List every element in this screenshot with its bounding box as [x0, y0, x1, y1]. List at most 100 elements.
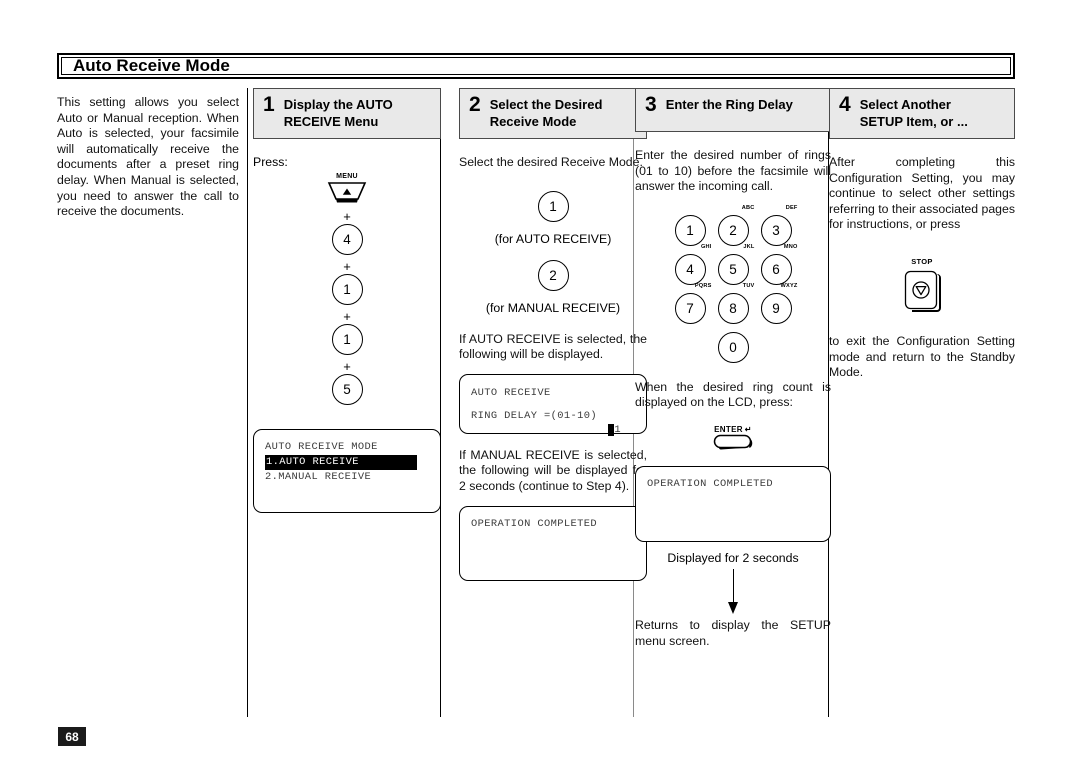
numeric-key-1a[interactable]: 1: [331, 274, 363, 305]
keypad-row-4: 0: [717, 331, 749, 363]
step-2-note-manual: If MANUAL RECEIVE is selected, the follo…: [459, 447, 647, 493]
step-2-title: Select the Desired Receive Mode: [489, 97, 603, 129]
keypad-key-3[interactable]: DEF 3: [760, 205, 797, 246]
menu-key-label: MENU: [336, 173, 358, 180]
step-3-lcd-display: OPERATION COMPLETED: [635, 465, 831, 542]
keypad-letters-6: MNO: [783, 243, 798, 250]
lcd-step3-line1: OPERATION COMPLETED: [647, 477, 774, 490]
step-2-header: 2 Select the Desired Receive Mode: [459, 88, 647, 139]
keypad-key-9[interactable]: WXYZ 9: [760, 283, 797, 324]
step-3-note-press: When the desired ring count is displayed…: [635, 379, 831, 410]
keypad-letters-2: ABC: [741, 204, 755, 211]
keypad-digit-5: 5: [717, 253, 749, 285]
press-label: Press:: [253, 155, 288, 169]
step-4-number: 4: [839, 93, 851, 116]
keypad-key-7[interactable]: PQRS 7: [674, 283, 711, 324]
keypad-key-1[interactable]: 1: [674, 214, 706, 246]
keypad-row-3: PQRS 7 TUV 8 WXYZ 9: [674, 283, 797, 324]
keypad-digit-0: 0: [717, 331, 749, 363]
keypad-digit-9: 9: [760, 292, 792, 324]
menu-key-icon: [327, 182, 367, 203]
step-3-header: 3 Enter the Ring Delay: [635, 88, 831, 132]
keypad-key-0[interactable]: 0: [717, 331, 749, 363]
columns-container: This setting allows you select Auto or M…: [57, 88, 1015, 720]
keypad-letters-5: JKL: [743, 243, 755, 250]
step-3-number: 3: [645, 93, 657, 116]
step-1-lcd-display: AUTO RECEIVE MODE 1.AUTO RECEIVE 2.MANUA…: [253, 429, 441, 513]
caption-manual-receive: (for MANUAL RECEIVE): [485, 300, 621, 315]
step-3-title: Enter the Ring Delay: [665, 97, 793, 112]
menu-button[interactable]: [327, 180, 367, 210]
stop-button[interactable]: [904, 268, 941, 312]
step-4-header: 4 Select Another SETUP Item, or ...: [829, 88, 1015, 139]
lcd-manual-line1: OPERATION COMPLETED: [471, 517, 598, 530]
intro-text: This setting allows you select Auto or M…: [57, 95, 239, 219]
receive-mode-key-auto[interactable]: 1: [537, 190, 569, 222]
step-4-intro: After completing this Configuration Sett…: [829, 155, 1015, 232]
enter-button[interactable]: [713, 434, 753, 450]
keypad-letters-4: GHI: [700, 243, 712, 250]
flow-down-arrow-icon: [726, 568, 740, 615]
step-4-column: 4 Select Another SETUP Item, or ... Afte…: [829, 88, 1015, 720]
keypad-key-8[interactable]: TUV 8: [717, 283, 754, 324]
manual-page: Auto Receive Mode This setting allows yo…: [0, 0, 1080, 763]
lcd-line-option2[interactable]: 2.MANUAL RECEIVE: [265, 470, 429, 485]
page-number-badge: 68: [58, 727, 86, 746]
numeric-keypad: 1 ABC 2 DEF 3 GHI 4 JKL 5 MNO 6 PQRS 7 T…: [635, 205, 831, 363]
step-1-title: Display the AUTO RECEIVE Menu: [283, 97, 393, 129]
keypad-letters-3: DEF: [785, 204, 798, 211]
keypad-key-2[interactable]: ABC 2: [717, 205, 754, 246]
keypad-row-1: 1 ABC 2 DEF 3: [674, 205, 797, 246]
keypad-digit-6: 6: [760, 253, 792, 285]
keypad-digit-8: 8: [717, 292, 749, 324]
keypad-letters-8: TUV: [742, 282, 755, 289]
plus-sign-3: +: [343, 309, 351, 324]
step-2-column: 2 Select the Desired Receive Mode Select…: [459, 88, 647, 720]
step-1-number: 1: [263, 93, 275, 116]
lcd-auto-line1: AUTO RECEIVE: [471, 386, 551, 399]
enter-return-icon: ↵: [744, 424, 752, 434]
column-divider-1: [247, 88, 248, 717]
step-2-number: 2: [469, 93, 481, 116]
page-title: Auto Receive Mode: [73, 56, 230, 75]
caption-auto-receive: (for AUTO RECEIVE): [494, 231, 612, 246]
plus-sign-2: +: [343, 259, 351, 274]
numeric-key-4[interactable]: 4: [331, 224, 363, 255]
caption-displayed-seconds: Displayed for 2 seconds: [667, 550, 799, 565]
step-2-lcd-manual: OPERATION COMPLETED: [459, 505, 647, 581]
keypad-letters-9: WXYZ: [780, 282, 798, 289]
lcd-line-selected[interactable]: 1.AUTO RECEIVE: [265, 455, 417, 470]
step-3-intro: Enter the desired number of rings (01 to…: [635, 148, 831, 194]
stop-key-icon: [904, 270, 941, 312]
keypad-digit-2: 2: [717, 214, 749, 246]
step-3-column: 3 Enter the Ring Delay Enter the desired…: [635, 88, 831, 720]
lcd-auto-line2: RING DELAY =(01-10): [471, 409, 598, 422]
lcd-value-digit: 1: [614, 423, 621, 436]
intro-column: This setting allows you select Auto or M…: [57, 88, 239, 720]
step-4-title: Select Another SETUP Item, or ...: [859, 97, 968, 129]
receive-mode-key-manual[interactable]: 2: [537, 259, 569, 291]
step-2-intro: Select the desired Receive Mode.: [459, 155, 643, 169]
keypad-row-2: GHI 4 JKL 5 MNO 6: [674, 244, 797, 285]
numeric-key-5[interactable]: 5: [331, 374, 363, 405]
stop-button-label: STOP: [911, 256, 933, 266]
lcd-line-title: AUTO RECEIVE MODE: [265, 441, 378, 453]
step-2-note-auto: If AUTO RECEIVE is selected, the followi…: [459, 331, 647, 362]
keypad-digit-3: 3: [760, 214, 792, 246]
keypad-key-6[interactable]: MNO 6: [760, 244, 797, 285]
enter-button-label: ENTER ↵: [714, 425, 752, 434]
keypad-key-5[interactable]: JKL 5: [717, 244, 754, 285]
keypad-key-4[interactable]: GHI 4: [674, 244, 711, 285]
plus-sign-4: +: [343, 359, 351, 374]
plus-sign-1: +: [343, 209, 351, 224]
lcd-auto-value-row: 01: [471, 423, 635, 438]
numeric-key-1b[interactable]: 1: [331, 324, 363, 355]
enter-label-text: ENTER: [714, 424, 743, 434]
step-2-lcd-auto: AUTO RECEIVE RING DELAY =(01-10) 01: [459, 373, 647, 436]
step-1-header: 1 Display the AUTO RECEIVE Menu: [253, 88, 441, 139]
keypad-digit-1: 1: [674, 214, 706, 246]
keypad-digit-4: 4: [674, 253, 706, 285]
page-title-bar: Auto Receive Mode: [57, 53, 1015, 79]
step-4-outro: to exit the Configuration Setting mode a…: [829, 333, 1015, 380]
keypad-digit-7: 7: [674, 292, 706, 324]
